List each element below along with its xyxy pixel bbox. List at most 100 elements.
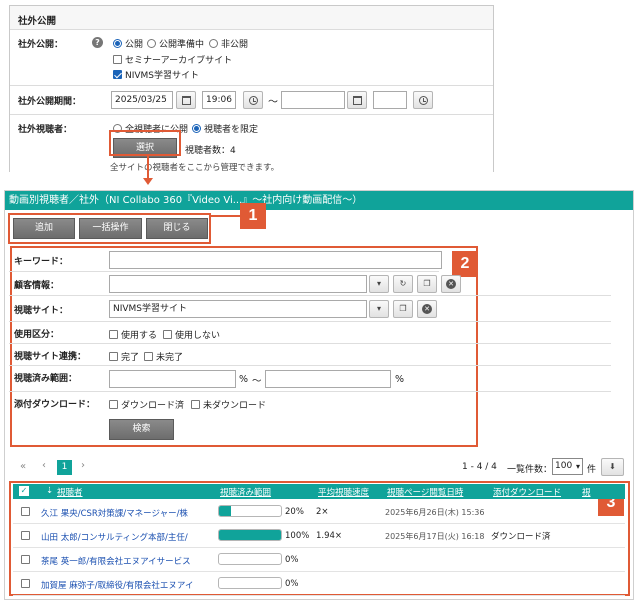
progress-fill — [219, 530, 281, 540]
site-row: 視聴サイト： NIVMS学習サイト ▾ ❐ ✕ — [9, 296, 611, 322]
customer-input[interactable] — [109, 275, 367, 293]
per-page-select[interactable]: 100 ▾ — [552, 458, 583, 475]
clear-button[interactable]: ✕ — [417, 300, 437, 318]
table-row[interactable]: 久江 果央/CSR対策課/マネージャー/株 20% 2× 2025年6月26日(木) … — [13, 500, 625, 524]
publish-option-private[interactable]: 非公開 — [209, 37, 248, 50]
select-all-checkbox[interactable]: ✓ — [19, 486, 29, 496]
table-row[interactable]: 加賀屋 麻弥子/取締役/有限会社エヌアイ 0% — [13, 572, 625, 596]
column-progress[interactable]: 視聴済み範囲 — [220, 486, 271, 498]
radio-icon[interactable] — [209, 39, 218, 48]
next-page-link[interactable]: › — [81, 460, 85, 471]
calendar-button[interactable] — [176, 91, 196, 109]
column-view-date[interactable]: 視聴ページ閲覧日時 — [387, 486, 463, 498]
copy-button[interactable]: ❐ — [417, 275, 437, 293]
copy-button[interactable]: ❐ — [393, 300, 413, 318]
progress-percent: 0% — [285, 579, 299, 589]
range-unit: % — [395, 374, 405, 385]
refresh-button[interactable]: ↻ — [393, 275, 413, 293]
viewer-count: 視聴者数：4 — [185, 146, 236, 156]
keyword-input[interactable] — [109, 251, 442, 269]
manage-note: 全サイトの視聴者をここから管理できます。 — [110, 163, 280, 173]
clock-icon — [248, 95, 258, 105]
column-more[interactable]: 視 — [582, 486, 591, 498]
viewer-name-link[interactable]: 加賀屋 麻弥子/取締役/有限会社エヌアイ — [41, 579, 194, 591]
radio-icon[interactable] — [147, 39, 156, 48]
archive-site-seminar[interactable]: セミナーアーカイブサイト — [113, 53, 232, 66]
range-to-input[interactable] — [265, 370, 391, 388]
table-row[interactable]: 茶尾 英一郎/有限会社エヌアイサービス 0% — [13, 548, 625, 572]
usage-option-use[interactable]: 使用する — [109, 328, 157, 341]
customer-label: 顧客情報： — [14, 281, 60, 291]
usage-option-not-use[interactable]: 使用しない — [163, 328, 220, 341]
range-from-input[interactable] — [109, 370, 236, 388]
sort-icon[interactable]: ⇣ — [46, 486, 53, 496]
viewer-name-link[interactable]: 山田 太郎/コンサルティング本部/主任/ — [41, 531, 188, 543]
row-checkbox[interactable] — [21, 531, 30, 540]
viewer-label: 社外視聴者： — [18, 125, 73, 135]
bulk-action-button[interactable]: 一括操作 — [79, 218, 142, 239]
period-start-time-input[interactable]: 19:06 — [202, 91, 236, 109]
help-icon[interactable]: ? — [92, 37, 103, 48]
radio-icon[interactable] — [113, 39, 122, 48]
chevron-down-button[interactable]: ▾ — [369, 275, 389, 293]
clock-icon — [418, 95, 428, 105]
per-page-unit: 件 — [587, 465, 597, 475]
checkbox-icon[interactable] — [113, 55, 122, 64]
download-option-done[interactable]: ダウンロード済 — [109, 398, 184, 411]
callout-connector — [211, 215, 240, 217]
table-header: ✓ ⇣ 視聴者 視聴済み範囲 平均視聴速度 視聴ページ閲覧日時 添付ダウンロード… — [13, 484, 625, 499]
viewer-name-link[interactable]: 久江 果央/CSR対策課/マネージャー/株 — [41, 507, 188, 519]
view-date: 2025年6月17日(火) 16:18 — [385, 532, 485, 541]
view-date: 2025年6月26日(木) 15:36 — [385, 508, 485, 517]
progress-bar — [218, 529, 282, 541]
download-row: 添付ダウンロード： ダウンロード済 未ダウンロード 検索 — [9, 392, 469, 442]
radio-icon[interactable] — [192, 124, 201, 133]
close-button[interactable]: 閉じる — [146, 218, 208, 239]
clock-button[interactable] — [243, 91, 263, 109]
download-csv-button[interactable]: ⬇ — [601, 458, 624, 476]
clock-button[interactable] — [413, 91, 433, 109]
publish-label: 社外公開： — [18, 40, 64, 50]
checkbox-icon[interactable] — [113, 70, 122, 79]
link-option-done[interactable]: 完了 — [109, 350, 139, 363]
row-checkbox[interactable] — [21, 555, 30, 564]
checkbox-icon[interactable] — [163, 330, 172, 339]
checkbox-icon[interactable] — [109, 352, 118, 361]
checkbox-icon[interactable] — [109, 400, 118, 409]
clear-button[interactable]: ✕ — [441, 275, 461, 293]
calendar-icon — [181, 95, 191, 105]
viewer-option-limited[interactable]: 視聴者を限定 — [192, 122, 258, 135]
archive-site-nivms[interactable]: NIVMS学習サイト — [113, 68, 199, 81]
progress-percent: 100% — [285, 531, 310, 541]
link-option-undone[interactable]: 未完了 — [144, 350, 183, 363]
modal-title: 動画別視聴者／社外（NI Collabo 360『Video Vi...』～社内… — [5, 191, 633, 210]
progress-fill — [219, 506, 232, 516]
prev-page-link[interactable]: ‹ — [42, 460, 46, 471]
calendar-button[interactable] — [347, 91, 367, 109]
table-row[interactable]: 山田 太郎/コンサルティング本部/主任/100% 1.94× 2025年6月17日(… — [13, 524, 625, 548]
row-checkbox[interactable] — [21, 579, 30, 588]
checkbox-icon[interactable] — [191, 400, 200, 409]
publish-option-public[interactable]: 公開 — [113, 37, 143, 50]
first-page-link[interactable]: « — [20, 461, 26, 472]
download-option-not-done[interactable]: 未ダウンロード — [191, 398, 266, 411]
row-checkbox[interactable] — [21, 507, 30, 516]
checkbox-icon[interactable] — [144, 352, 153, 361]
publish-option-preparing[interactable]: 公開準備中 — [147, 37, 204, 50]
column-download[interactable]: 添付ダウンロード — [493, 486, 561, 498]
site-input[interactable]: NIVMS学習サイト — [109, 300, 367, 318]
chevron-down-button[interactable]: ▾ — [369, 300, 389, 318]
period-start-date-input[interactable]: 2025/03/25 — [111, 91, 173, 109]
period-end-date-input[interactable] — [281, 91, 345, 109]
period-end-time-input[interactable] — [373, 91, 407, 109]
period-separator: ～ — [268, 97, 278, 108]
progress-percent: 20% — [285, 507, 304, 517]
current-page[interactable]: 1 — [57, 460, 72, 475]
viewer-row: 社外視聴者： 全視聴者に公開 視聴者を限定 選択 視聴者数：4 全サイトの視聴者… — [10, 114, 493, 173]
column-viewer[interactable]: 視聴者 — [57, 486, 83, 498]
search-button[interactable]: 検索 — [109, 419, 174, 440]
viewer-name-link[interactable]: 茶尾 英一郎/有限会社エヌアイサービス — [41, 555, 191, 567]
checkbox-icon[interactable] — [109, 330, 118, 339]
add-button[interactable]: 追加 — [13, 218, 75, 239]
column-speed[interactable]: 平均視聴速度 — [318, 486, 369, 498]
